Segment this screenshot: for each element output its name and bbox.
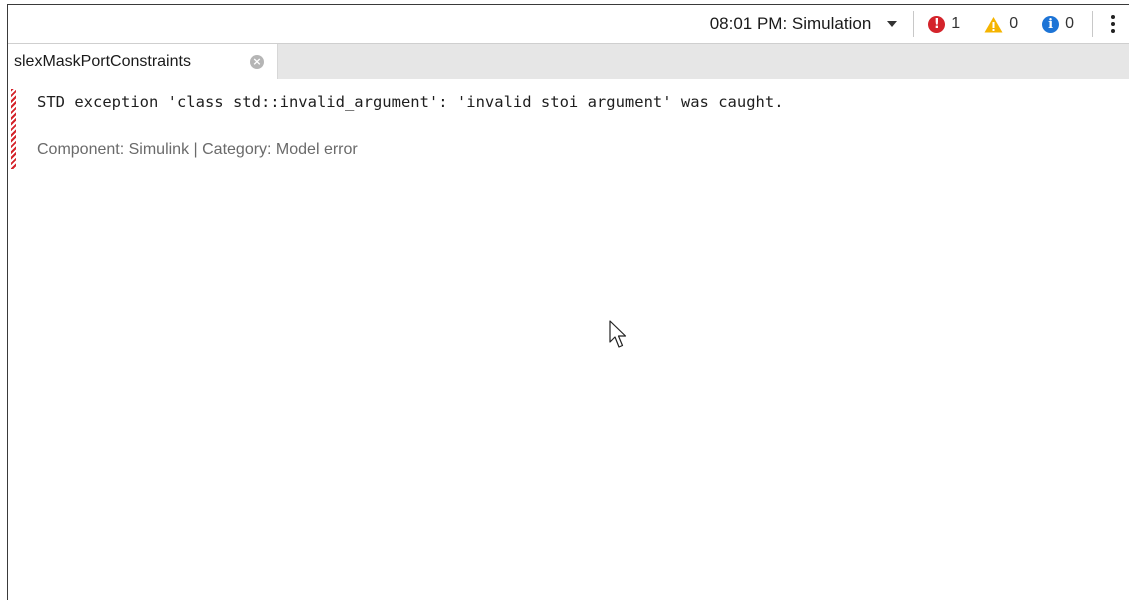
tab-label: slexMaskPortConstraints	[14, 53, 191, 70]
run-selector-dropdown[interactable]: 08:01 PM: Simulation	[704, 10, 906, 38]
errors-count: 1	[951, 15, 961, 32]
close-tab-icon[interactable]: ×	[250, 55, 264, 69]
run-selector-label: 08:01 PM: Simulation	[709, 14, 872, 33]
chevron-down-icon	[887, 21, 898, 27]
diagnostic-list: STD exception 'class std::invalid_argume…	[8, 79, 1129, 600]
info-filter-button[interactable]: i 0	[1042, 15, 1074, 33]
toolbar-divider	[913, 11, 915, 37]
warnings-filter-button[interactable]: 0	[984, 15, 1018, 33]
info-count: 0	[1065, 15, 1074, 32]
info-icon: i	[1042, 15, 1060, 33]
toolbar: 08:01 PM: Simulation ! 1 0 i 0	[8, 5, 1129, 43]
toolbar-divider	[1092, 11, 1093, 37]
tab-bar: slexMaskPortConstraints ×	[8, 43, 1129, 80]
diagnostic-message: STD exception 'class std::invalid_argume…	[37, 93, 784, 111]
warnings-count: 0	[1009, 15, 1019, 32]
mouse-pointer-icon	[609, 320, 627, 348]
errors-filter-button[interactable]: ! 1	[928, 15, 960, 33]
more-options-icon[interactable]	[1105, 11, 1121, 37]
tab-slexmaskportconstraints[interactable]: slexMaskPortConstraints ×	[8, 44, 278, 80]
error-icon: !	[928, 15, 946, 33]
warning-icon	[984, 16, 1003, 32]
diagnostic-details: Component: Simulink | Category: Model er…	[37, 141, 358, 158]
error-severity-stripe	[11, 89, 16, 169]
diagnostic-viewer: 08:01 PM: Simulation ! 1 0 i 0 slexMaskP…	[7, 4, 1129, 600]
